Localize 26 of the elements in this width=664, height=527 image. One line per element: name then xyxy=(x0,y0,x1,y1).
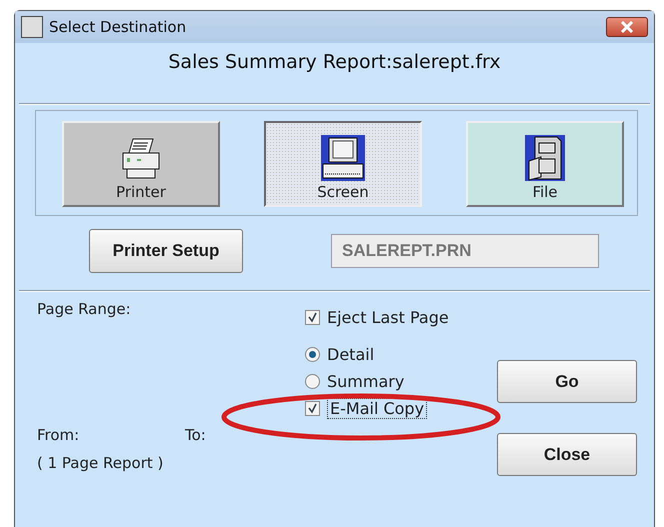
to-label: To: xyxy=(185,426,206,444)
option-label: E-Mail Copy xyxy=(327,398,428,419)
radio-button[interactable] xyxy=(305,374,320,389)
destination-button[interactable]: Printer xyxy=(62,121,220,207)
computer-icon xyxy=(321,135,365,181)
printer-icon xyxy=(121,137,161,181)
file-cabinet-icon xyxy=(525,135,565,181)
checkbox[interactable] xyxy=(305,310,320,325)
option-label: Summary xyxy=(327,372,404,391)
dialog-button[interactable]: Go xyxy=(497,360,637,403)
option-label: Detail xyxy=(327,345,374,364)
app-icon xyxy=(21,16,43,38)
window-title: Select Destination xyxy=(49,18,188,36)
destination-button[interactable]: Screen xyxy=(264,121,422,207)
checkbox[interactable] xyxy=(305,401,320,416)
option-label: Eject Last Page xyxy=(327,308,449,327)
destination-button[interactable]: File xyxy=(466,121,624,207)
report-title: Sales Summary Report:salerept.frx xyxy=(167,51,502,75)
radio-button[interactable] xyxy=(305,347,320,362)
close-icon xyxy=(620,21,634,33)
from-label: From: xyxy=(37,426,80,444)
close-button[interactable] xyxy=(606,17,648,37)
dialog-button[interactable]: Close xyxy=(497,433,637,476)
page-range-label: Page Range: xyxy=(37,300,131,318)
page-count-text: ( 1 Page Report ) xyxy=(37,454,164,472)
printer-setup-button[interactable]: Printer Setup xyxy=(89,229,243,273)
